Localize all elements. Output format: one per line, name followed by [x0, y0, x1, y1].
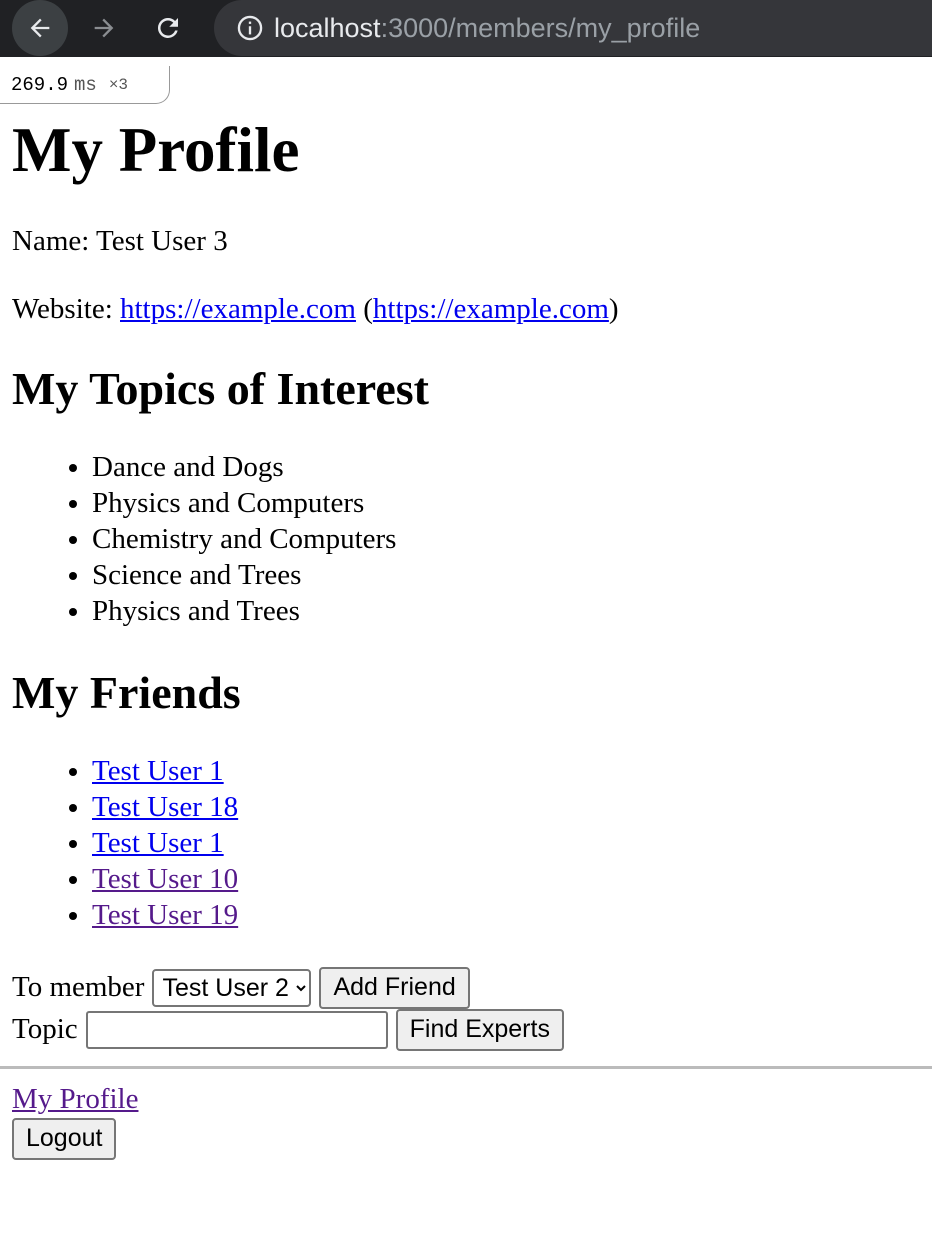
website-link[interactable]: https://example.com	[120, 293, 356, 325]
friend-item: Test User 1	[92, 753, 932, 789]
browser-toolbar: localhost:3000/members/my_profile	[0, 0, 932, 57]
friend-item: Test User 19	[92, 897, 932, 933]
page-title: My Profile	[12, 115, 300, 185]
topic-item: Chemistry and Computers	[92, 521, 932, 557]
topic-item: Physics and Computers	[92, 485, 932, 521]
address-bar[interactable]: localhost:3000/members/my_profile	[214, 0, 932, 56]
friends-heading: My Friends	[12, 666, 241, 718]
forward-button[interactable]	[76, 0, 132, 56]
website-row: Website: https://example.com (https://ex…	[12, 293, 619, 326]
to-member-label: To member	[12, 971, 145, 1004]
forward-arrow-icon	[94, 18, 114, 38]
add-friend-form: To member Test User 2 Add Friend	[12, 966, 932, 1009]
name-row: Name: Test User 3	[12, 225, 228, 258]
reload-icon	[157, 17, 178, 38]
footer-my-profile-link[interactable]: My Profile	[12, 1083, 138, 1115]
footer: My Profile	[12, 1083, 932, 1116]
divider	[0, 1065, 932, 1069]
topic-item: Science and Trees	[92, 557, 932, 593]
topic-input[interactable]	[85, 1010, 388, 1049]
back-arrow-icon	[30, 18, 50, 38]
friend-link[interactable]: Test User 19	[92, 899, 238, 931]
topic-label: Topic	[12, 1013, 78, 1046]
reload-button[interactable]	[140, 0, 196, 56]
topic-item: Dance and Dogs	[92, 449, 932, 485]
friend-item: Test User 1	[92, 825, 932, 861]
logout-button[interactable]: Logout	[12, 1117, 117, 1160]
timing-value: 269.9	[11, 73, 69, 96]
topics-list: Dance and DogsPhysics and ComputersChemi…	[12, 449, 932, 629]
url-path: :3000/members/my_profile	[380, 12, 701, 43]
topics-heading: My Topics of Interest	[12, 363, 429, 415]
friend-item: Test User 18	[92, 789, 932, 825]
website-paren-link[interactable]: https://example.com	[373, 293, 609, 325]
timing-count: ×3	[108, 75, 129, 94]
friend-link[interactable]: Test User 10	[92, 863, 238, 895]
page-content: My Profile Name: Test User 3 Website: ht…	[0, 100, 932, 1160]
back-button[interactable]	[12, 0, 68, 56]
info-icon[interactable]	[222, 0, 278, 56]
friend-link[interactable]: Test User 18	[92, 791, 238, 823]
timing-unit: ms	[74, 73, 97, 96]
friend-item: Test User 10	[92, 861, 932, 897]
find-experts-form: Topic Find Experts	[12, 1008, 932, 1051]
url-host: localhost	[274, 12, 381, 43]
member-select[interactable]: Test User 2	[152, 968, 312, 1007]
find-experts-button[interactable]: Find Experts	[395, 1008, 564, 1051]
add-friend-button[interactable]: Add Friend	[319, 966, 470, 1009]
topic-item: Physics and Trees	[92, 593, 932, 629]
friend-link[interactable]: Test User 1	[92, 827, 224, 859]
timing-badge[interactable]: 269.9 ms ×3	[0, 66, 170, 104]
url-text: localhost:3000/members/my_profile	[274, 13, 700, 44]
friends-list: Test User 1 Test User 18 Test User 1 Test U…	[12, 753, 932, 933]
friend-link[interactable]: Test User 1	[92, 755, 224, 787]
website-label: Website:	[12, 293, 113, 326]
